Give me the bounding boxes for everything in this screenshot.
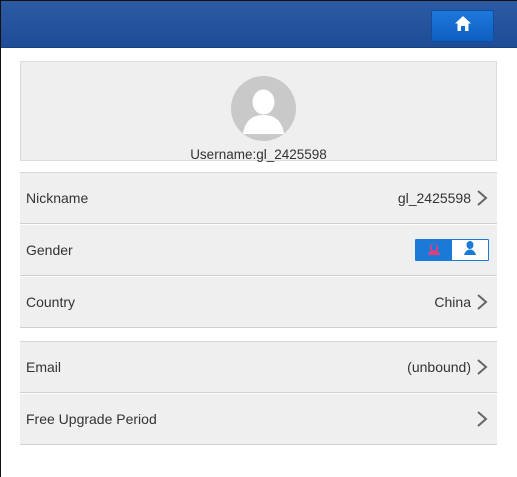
gender-row: Gender [20, 225, 497, 276]
window-left-border [0, 0, 1, 477]
email-row[interactable]: Email (unbound) [20, 342, 497, 393]
chevron-right-icon [475, 358, 489, 376]
contact-settings-group: Email (unbound) Free Upgrade Period [20, 341, 497, 445]
user-avatar-icon[interactable] [231, 76, 296, 141]
gender-male-option[interactable] [452, 240, 488, 260]
chevron-right-icon [475, 189, 489, 207]
free-upgrade-period-label: Free Upgrade Period [26, 411, 157, 427]
country-label: Country [26, 294, 76, 310]
email-value: (unbound) [407, 359, 471, 375]
top-header-bar [1, 1, 517, 48]
female-icon [427, 240, 441, 260]
country-value: China [434, 294, 471, 310]
nickname-row[interactable]: Nickname gl_2425598 [20, 173, 497, 224]
free-upgrade-period-row[interactable]: Free Upgrade Period [20, 394, 497, 445]
gender-label: Gender [26, 242, 73, 258]
profile-card: Username:gl_2425598 [20, 61, 497, 162]
nickname-label: Nickname [26, 190, 89, 206]
chevron-right-icon [475, 410, 489, 428]
gender-female-option[interactable] [416, 240, 452, 260]
chevron-right-icon [475, 293, 489, 311]
email-label: Email [26, 359, 62, 375]
home-icon [454, 15, 472, 37]
country-row[interactable]: Country China [20, 277, 497, 328]
gender-toggle[interactable] [415, 239, 489, 261]
account-settings-group: Nickname gl_2425598 Gender Country China [20, 172, 497, 328]
nickname-value: gl_2425598 [397, 190, 471, 206]
male-icon [463, 240, 477, 260]
username-label: Username:gl_2425598 [190, 147, 327, 162]
home-button[interactable] [431, 10, 494, 42]
